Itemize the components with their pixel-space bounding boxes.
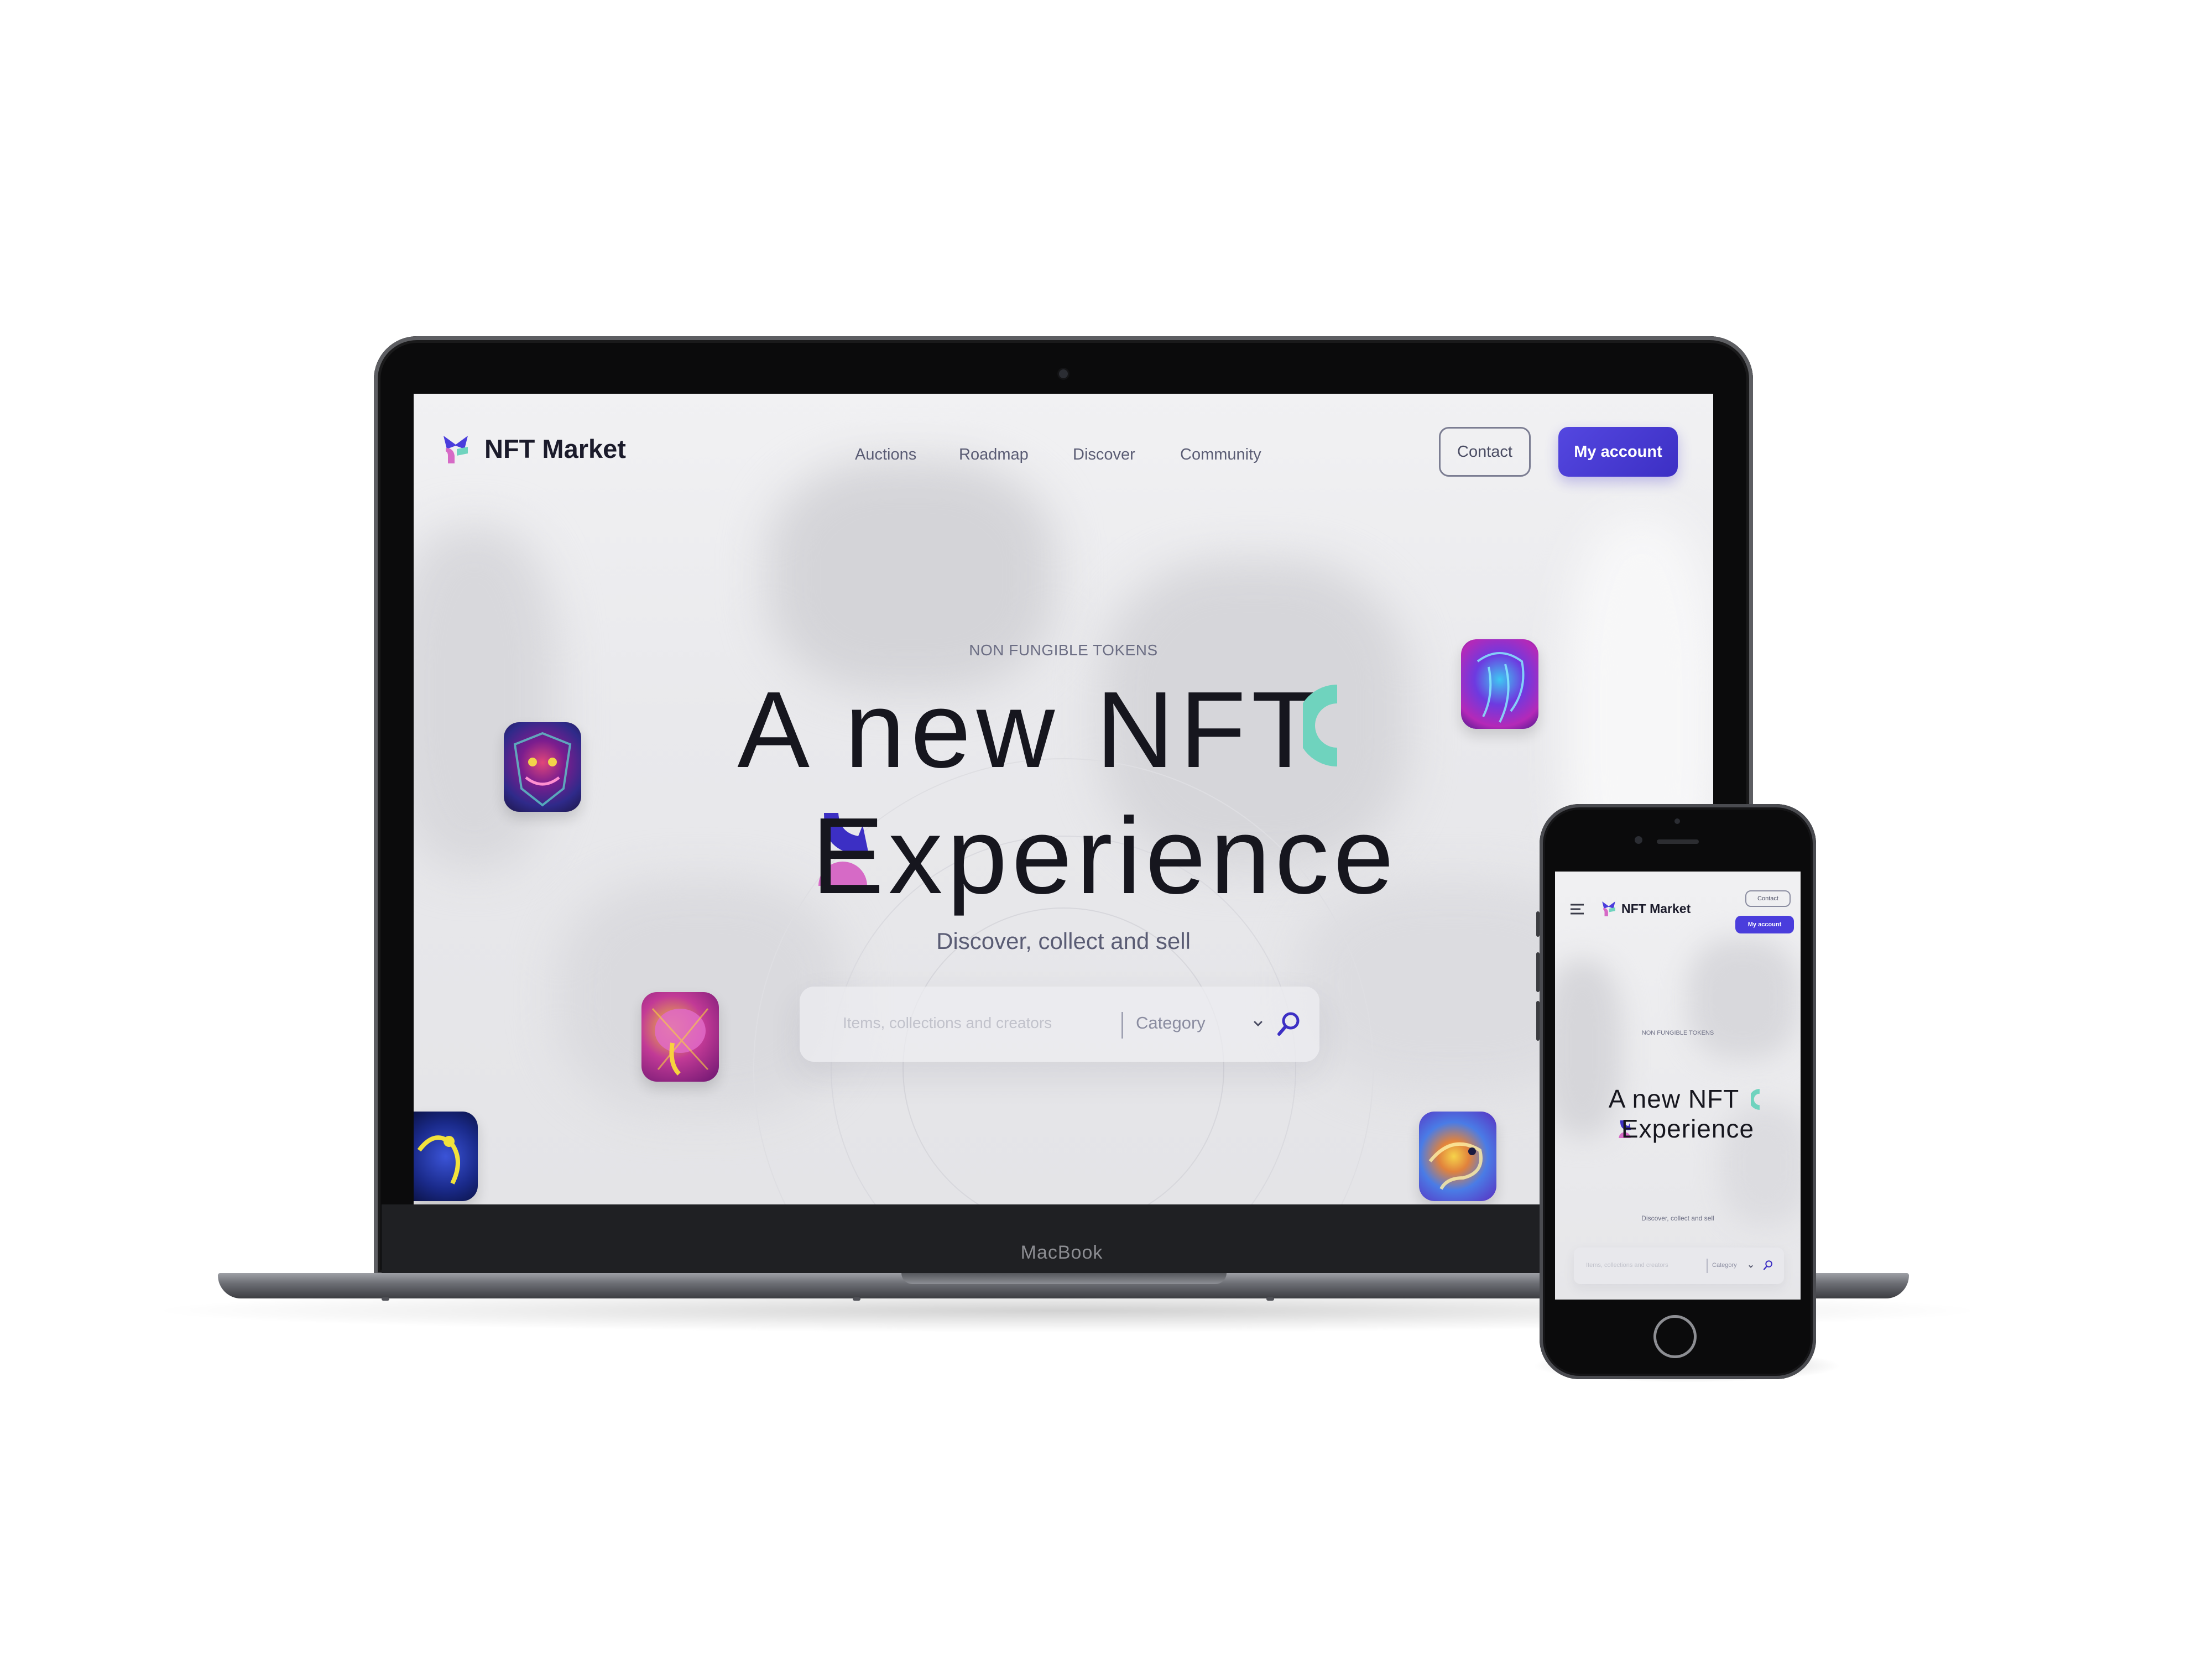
search-divider — [1707, 1259, 1708, 1273]
phone-speaker — [1657, 839, 1699, 844]
nft-artwork-jellyfish[interactable] — [1461, 639, 1538, 729]
chevron-down-icon[interactable] — [1747, 1263, 1754, 1270]
nav-link-roadmap[interactable]: Roadmap — [959, 446, 1029, 464]
teal-crescent-icon — [1303, 685, 1337, 766]
nft-artwork-chameleon[interactable] — [1419, 1112, 1496, 1201]
my-account-button[interactable]: My account — [1735, 916, 1794, 933]
hero-title-line2: Experience — [811, 795, 1399, 916]
search-bar: Items, collections and creators Category — [1574, 1248, 1784, 1284]
bird-art-icon — [417, 1135, 460, 1185]
chevron-down-icon[interactable] — [1252, 1018, 1264, 1030]
search-bar: Items, collections and creators Category — [800, 987, 1319, 1062]
hero-title-line1: A new NFT — [1608, 1084, 1740, 1113]
search-icon[interactable] — [1276, 1011, 1301, 1037]
hero-tagline: Discover, collect and sell — [1641, 1214, 1714, 1222]
hamburger-icon[interactable] — [1569, 902, 1585, 916]
phone-sensor — [1674, 818, 1680, 824]
nav-link-auctions[interactable]: Auctions — [855, 446, 916, 464]
chameleon-art-icon — [1428, 1142, 1483, 1190]
logo-icon — [444, 436, 468, 463]
search-input[interactable]: Items, collections and creators — [843, 1014, 1052, 1032]
device-label: MacBook — [1020, 1242, 1103, 1263]
contact-button[interactable]: Contact — [1439, 427, 1531, 477]
brand-name[interactable]: NFT Market — [484, 434, 626, 464]
hero-title-line2: Experience — [1621, 1114, 1755, 1143]
contact-button[interactable]: Contact — [1745, 890, 1791, 907]
nft-artwork-elephant[interactable] — [641, 992, 719, 1082]
phone-home-button[interactable] — [1653, 1315, 1697, 1358]
eyebrow-label: NON FUNGIBLE TOKENS — [1641, 1030, 1714, 1036]
teal-crescent-icon — [1751, 1089, 1760, 1110]
nft-artwork-tiger[interactable] — [504, 722, 581, 812]
laptop-hinge-notch — [901, 1273, 1227, 1284]
laptop-foot — [382, 1297, 389, 1301]
nav-link-community[interactable]: Community — [1180, 446, 1261, 464]
jellyfish-art-icon — [1477, 652, 1525, 723]
category-select[interactable]: Category — [1136, 1013, 1206, 1033]
search-icon[interactable] — [1763, 1260, 1773, 1271]
search-divider — [1121, 1012, 1123, 1039]
phone-screen: NFT Market Contact My account NON FUNGIB… — [1555, 872, 1801, 1300]
nav-link-discover[interactable]: Discover — [1073, 446, 1135, 464]
category-select[interactable]: Category — [1712, 1262, 1737, 1269]
tiger-art-icon — [513, 732, 572, 807]
phone-camera — [1635, 836, 1642, 844]
search-input[interactable]: Items, collections and creators — [1586, 1262, 1703, 1269]
laptop-foot — [853, 1297, 860, 1301]
brand-name[interactable]: NFT Market — [1621, 901, 1691, 916]
my-account-button[interactable]: My account — [1558, 427, 1678, 477]
laptop-foot — [1266, 1297, 1274, 1301]
logo-icon — [1602, 901, 1615, 916]
laptop-camera — [1059, 369, 1068, 378]
hero-tagline: Discover, collect and sell — [936, 928, 1191, 954]
laptop-screen: NFT Market Auctions Roadmap Discover Com… — [414, 394, 1713, 1204]
elephant-art-icon — [651, 1008, 709, 1076]
nft-artwork-bird[interactable] — [414, 1112, 478, 1201]
